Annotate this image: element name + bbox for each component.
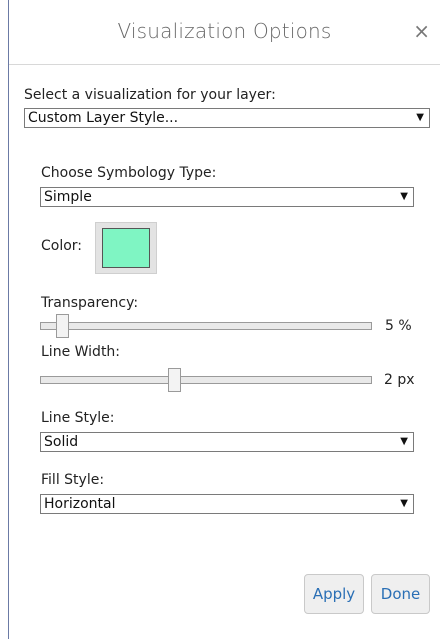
- line-width-label: Line Width:: [41, 344, 121, 360]
- line-style-label: Line Style:: [41, 410, 115, 426]
- chevron-down-icon: ▼: [400, 498, 408, 509]
- chevron-down-icon: ▼: [400, 436, 408, 447]
- symbology-label: Choose Symbology Type:: [41, 165, 217, 181]
- done-button[interactable]: Done: [371, 574, 430, 614]
- transparency-label: Transparency:: [41, 295, 139, 311]
- line-width-slider-thumb[interactable]: [168, 368, 181, 392]
- fill-style-label: Fill Style:: [41, 472, 105, 488]
- layer-select-label: Select a visualization for your layer:: [24, 87, 276, 103]
- left-border: [8, 0, 9, 639]
- line-style-select[interactable]: Solid ▼: [40, 432, 414, 452]
- symbology-type-select[interactable]: Simple ▼: [40, 187, 414, 207]
- line-width-slider-track[interactable]: [40, 376, 372, 384]
- color-picker-button[interactable]: [95, 222, 157, 274]
- chevron-down-icon: ▼: [416, 112, 424, 123]
- layer-visualization-select[interactable]: Custom Layer Style... ▼: [24, 108, 430, 128]
- apply-button[interactable]: Apply: [304, 574, 364, 614]
- transparency-value: 5 %: [385, 318, 412, 334]
- color-label: Color:: [41, 238, 83, 254]
- chevron-down-icon: ▼: [400, 191, 408, 202]
- fill-style-value: Horizontal: [44, 496, 116, 512]
- line-style-value: Solid: [44, 434, 79, 450]
- fill-style-select[interactable]: Horizontal ▼: [40, 494, 414, 514]
- transparency-slider-track[interactable]: [40, 322, 372, 330]
- layer-select-value: Custom Layer Style...: [28, 110, 179, 126]
- dialog-title: Visualization Options: [117, 19, 332, 43]
- symbology-value: Simple: [44, 189, 92, 205]
- line-width-value: 2 px: [384, 372, 415, 388]
- header-divider: [9, 64, 440, 65]
- color-swatch: [102, 228, 150, 268]
- transparency-slider-thumb[interactable]: [56, 314, 69, 338]
- close-icon[interactable]: ×: [413, 19, 430, 43]
- dialog-header: Visualization Options ×: [9, 0, 440, 64]
